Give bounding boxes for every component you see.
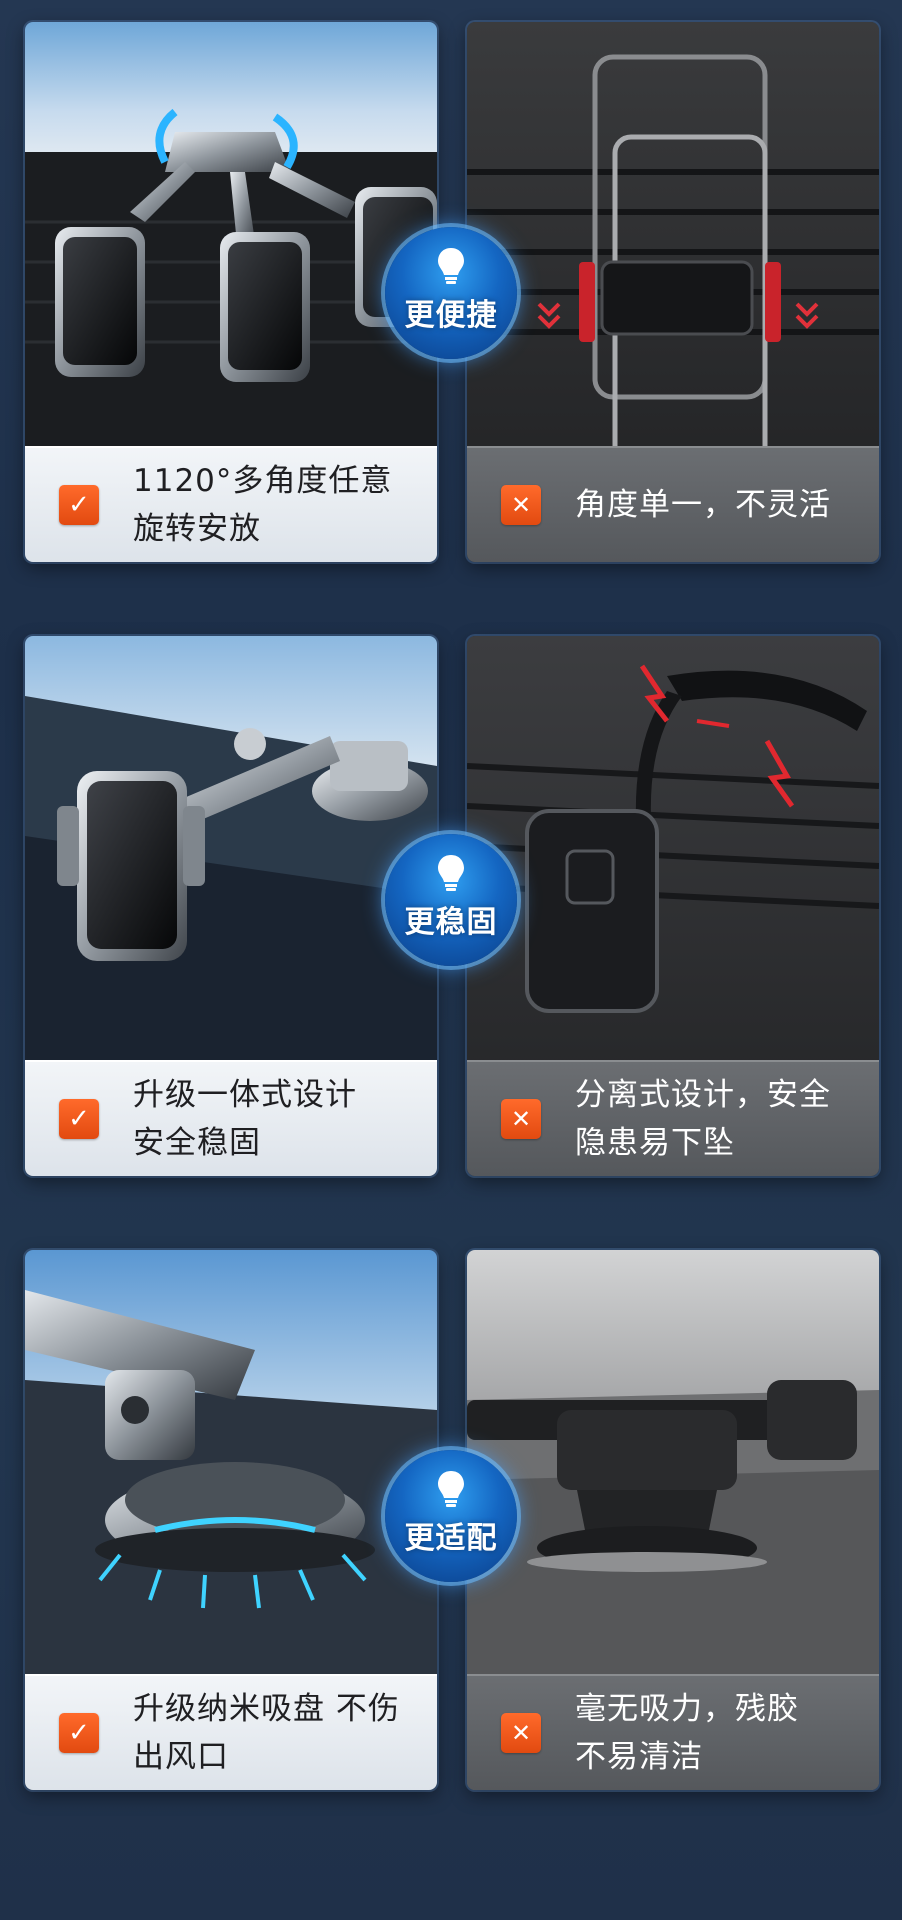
x-icon: ✕ [501, 485, 541, 525]
comparison-row-1: ✓ 1120°多角度任意 旋转安放 ✕ 角度单一，不灵活 更便捷 [0, 22, 902, 592]
good-caption: ✓ 升级一体式设计 安全稳固 [25, 1060, 437, 1176]
feature-badge: 更便捷 [385, 227, 517, 359]
bad-caption: ✕ 角度单一，不灵活 [467, 446, 879, 562]
bad-caption: ✕ 毫无吸力，残胶 不易清洁 [467, 1674, 879, 1790]
lightbulb-icon [438, 1471, 464, 1507]
good-caption: ✓ 升级纳米吸盘 不伤 出风口 [25, 1674, 437, 1790]
comparison-row-3: ✓ 升级纳米吸盘 不伤 出风口 ✕ 毫无吸力，残胶 不易清洁 更适配 [0, 1250, 902, 1820]
good-panel: ✓ 升级纳米吸盘 不伤 出风口 [25, 1250, 437, 1790]
check-icon: ✓ [59, 1099, 99, 1139]
good-panel: ✓ 升级一体式设计 安全稳固 [25, 636, 437, 1176]
badge-label: 更适配 [404, 1521, 498, 1556]
feature-badge: 更稳固 [385, 834, 517, 966]
x-icon: ✕ [501, 1713, 541, 1753]
bad-caption-text: 毫无吸力，残胶 不易清洁 [575, 1691, 799, 1775]
good-caption-text: 1120°多角度任意 旋转安放 [133, 463, 393, 547]
bad-panel: ✕ 角度单一，不灵活 [467, 22, 879, 562]
good-panel: ✓ 1120°多角度任意 旋转安放 [25, 22, 437, 562]
badge-label: 更便捷 [404, 298, 498, 333]
bad-caption: ✕ 分离式设计，安全 隐患易下坠 [467, 1060, 879, 1176]
check-icon: ✓ [59, 1713, 99, 1753]
lightbulb-icon [438, 855, 464, 891]
badge-label: 更稳固 [404, 905, 498, 940]
comparison-row-2: ✓ 升级一体式设计 安全稳固 ✕ 分离式设计，安全 隐患易下坠 更稳固 [0, 636, 902, 1206]
lightbulb-icon [438, 248, 464, 284]
good-caption: ✓ 1120°多角度任意 旋转安放 [25, 446, 437, 562]
bad-caption-text: 分离式设计，安全 隐患易下坠 [575, 1077, 831, 1161]
bad-panel: ✕ 毫无吸力，残胶 不易清洁 [467, 1250, 879, 1790]
check-icon: ✓ [59, 485, 99, 525]
good-caption-text: 升级一体式设计 安全稳固 [133, 1077, 357, 1161]
bad-panel: ✕ 分离式设计，安全 隐患易下坠 [467, 636, 879, 1176]
feature-badge: 更适配 [385, 1450, 517, 1582]
x-icon: ✕ [501, 1099, 541, 1139]
bad-caption-text: 角度单一，不灵活 [575, 487, 831, 523]
good-caption-text: 升级纳米吸盘 不伤 出风口 [133, 1691, 400, 1775]
